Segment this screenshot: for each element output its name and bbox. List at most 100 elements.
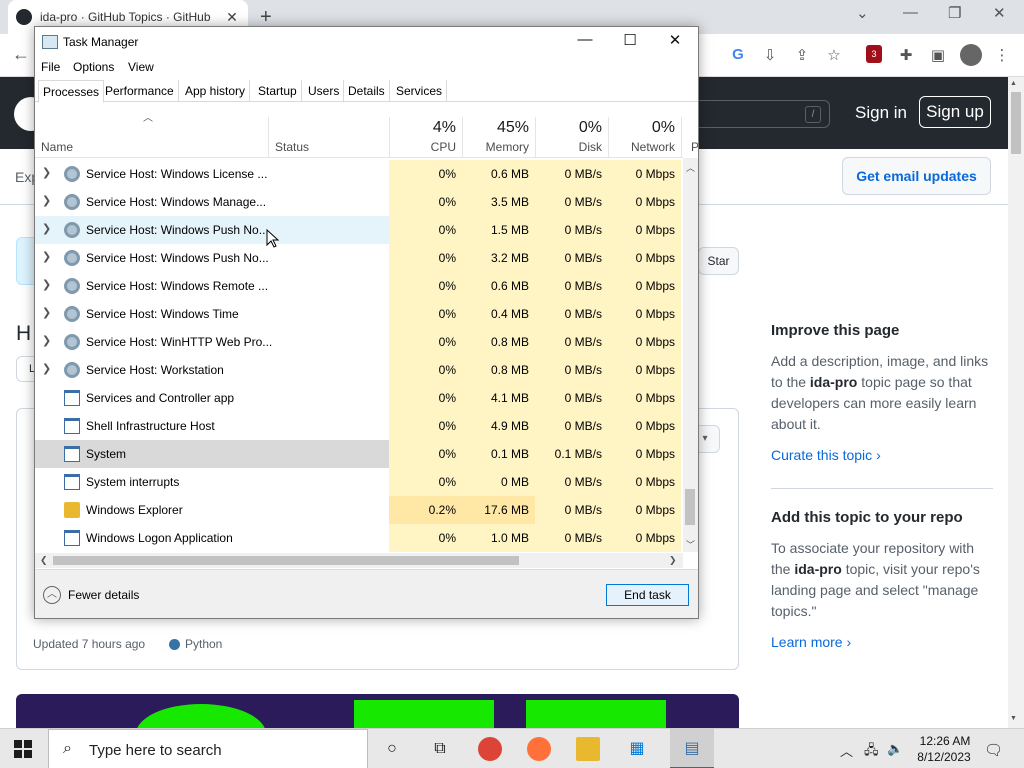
tab-performance[interactable]: Performance	[101, 80, 179, 102]
expand-chevron-icon[interactable]: ❯	[42, 334, 51, 347]
browser-restore-icon[interactable]: ❐	[948, 4, 961, 22]
network-icon[interactable]: 🖧	[864, 741, 879, 763]
browser-close-icon[interactable]: ✕	[993, 4, 1006, 22]
scroll-up-arrow-icon[interactable]: ▲	[1010, 80, 1017, 87]
process-row[interactable]: ❯ Service Host: Windows Remote ... 0% 0.…	[35, 272, 681, 300]
vertical-scroll-thumb[interactable]	[685, 489, 695, 525]
menu-options[interactable]: Options	[73, 60, 114, 74]
expand-chevron-icon[interactable]: ❯	[42, 166, 51, 179]
tab-startup[interactable]: Startup	[254, 80, 302, 102]
sort-button-fragment[interactable]: L	[16, 356, 36, 382]
column-network[interactable]: Network	[608, 140, 675, 154]
chrome-taskbar-icon[interactable]	[478, 737, 502, 761]
google-icon[interactable]: G	[728, 46, 748, 63]
column-name[interactable]: Name	[41, 140, 73, 154]
column-memory[interactable]: Memory	[462, 140, 529, 154]
install-icon[interactable]: ⇩	[760, 46, 780, 64]
taskbar-search-input[interactable]: ⌕ Type here to search	[48, 729, 368, 768]
network-cell: 0 Mbps	[608, 300, 681, 328]
expand-chevron-icon[interactable]: ❯	[42, 362, 51, 375]
tray-overflow-chevron-icon[interactable]: ︿	[840, 741, 853, 760]
back-arrow-icon[interactable]: ←	[12, 44, 30, 65]
tab-processes[interactable]: Processes	[38, 80, 105, 103]
scroll-down-arrow-icon[interactable]: ﹀	[686, 538, 695, 551]
scroll-up-arrow-icon[interactable]: ︿	[686, 161, 695, 174]
tab-close-icon[interactable]: ✕	[224, 9, 240, 26]
fewer-details-link[interactable]: Fewer details	[68, 588, 139, 602]
get-email-updates-button[interactable]: Get email updates	[842, 157, 991, 195]
cpu-cell: 0.2%	[389, 496, 462, 524]
curate-topic-link[interactable]: Curate this topic ›	[771, 447, 881, 463]
add-topic-title: Add this topic to your repo	[771, 509, 963, 526]
expand-chevron-icon[interactable]: ❯	[42, 250, 51, 263]
tab-app-history[interactable]: App history	[181, 80, 251, 102]
process-row[interactable]: System 0% 0.1 MB 0.1 MB/s 0 Mbps	[35, 440, 681, 468]
process-row[interactable]: Windows Explorer 0.2% 17.6 MB 0 MB/s 0 M…	[35, 496, 681, 524]
task-manager-taskbar-button[interactable]: ▤	[670, 729, 714, 768]
collapse-chevron-icon[interactable]: ︿	[43, 586, 61, 604]
horizontal-scroll-thumb[interactable]	[53, 556, 519, 565]
tab-users[interactable]: Users	[304, 80, 345, 102]
process-row[interactable]: ❯ Service Host: Windows Push No... 0% 3.…	[35, 244, 681, 272]
tab-services[interactable]: Services	[392, 80, 448, 102]
process-row[interactable]: Windows Logon Application 0% 1.0 MB 0 MB…	[35, 524, 681, 552]
bookmark-star-icon[interactable]: ☆	[824, 46, 844, 64]
network-cell: 0 Mbps	[608, 160, 681, 188]
process-row[interactable]: System interrupts 0% 0 MB 0 MB/s 0 Mbps	[35, 468, 681, 496]
column-disk[interactable]: Disk	[535, 140, 602, 154]
scroll-left-arrow-icon[interactable]: ❮	[40, 555, 48, 566]
github-search-input[interactable]: /	[690, 100, 830, 128]
clock-time[interactable]: 12:26 AM	[915, 734, 975, 748]
browser-minimize-icon[interactable]: —	[903, 4, 918, 21]
column-status[interactable]: Status	[275, 140, 309, 154]
tab-details[interactable]: Details	[344, 80, 390, 102]
windows-start-icon[interactable]	[14, 740, 32, 758]
clock-date[interactable]: 8/12/2023	[909, 750, 979, 764]
process-row[interactable]: ❯ Service Host: WinHTTP Web Pro... 0% 0.…	[35, 328, 681, 356]
cortana-circle-icon[interactable]: ○	[380, 737, 404, 761]
add-topic-text: To associate your repository with the id…	[771, 538, 993, 622]
firefox-taskbar-icon[interactable]	[527, 737, 551, 761]
process-row[interactable]: ❯ Service Host: Windows Push No... 0% 1.…	[35, 216, 681, 244]
sign-up-button[interactable]: Sign up	[919, 96, 991, 128]
task-view-icon[interactable]: ⧉	[428, 737, 452, 761]
column-power-fragment[interactable]: P	[691, 140, 698, 154]
process-row[interactable]: ❯ Service Host: Windows License ... 0% 0…	[35, 160, 681, 188]
process-row[interactable]: ❯ Service Host: Windows Time 0% 0.4 MB 0…	[35, 300, 681, 328]
profile-avatar-icon[interactable]	[960, 44, 982, 66]
extensions-puzzle-icon[interactable]: ✚	[896, 46, 916, 64]
notifications-icon[interactable]: 🗨	[984, 741, 1003, 759]
menu-file[interactable]: File	[41, 60, 60, 74]
process-row[interactable]: ❯ Service Host: Windows Manage... 0% 3.5…	[35, 188, 681, 216]
expand-chevron-icon[interactable]: ❯	[42, 222, 51, 235]
volume-icon[interactable]: 🔈	[887, 741, 903, 757]
share-icon[interactable]: ⇪	[792, 46, 812, 64]
star-button[interactable]: Star	[698, 247, 739, 275]
network-cell: 0 Mbps	[608, 216, 681, 244]
chrome-menu-icon[interactable]: ⋮	[992, 46, 1012, 64]
maximize-icon[interactable]: ☐	[615, 31, 645, 49]
file-explorer-taskbar-icon[interactable]	[576, 737, 600, 761]
column-cpu[interactable]: CPU	[389, 140, 456, 154]
scroll-down-arrow-icon[interactable]: ▼	[1010, 715, 1017, 722]
learn-more-link[interactable]: Learn more ›	[771, 634, 851, 650]
sign-in-link[interactable]: Sign in	[855, 103, 907, 123]
extension-shield-icon[interactable]: 3	[866, 45, 882, 63]
task-manager-titlebar[interactable]: Task Manager — ☐ ✕	[35, 27, 698, 57]
expand-chevron-icon[interactable]: ❯	[42, 278, 51, 291]
process-row[interactable]: Services and Controller app 0% 4.1 MB 0 …	[35, 384, 681, 412]
expand-chevron-icon[interactable]: ❯	[42, 306, 51, 319]
side-panel-icon[interactable]: ▣	[928, 46, 948, 64]
page-scrollbar[interactable]	[1008, 77, 1024, 728]
close-icon[interactable]: ✕	[660, 31, 690, 49]
minimize-icon[interactable]: —	[570, 31, 600, 48]
tab-search-icon[interactable]: ⌄	[856, 4, 869, 22]
process-row[interactable]: Shell Infrastructure Host 0% 4.9 MB 0 MB…	[35, 412, 681, 440]
process-row[interactable]: ❯ Service Host: Workstation 0% 0.8 MB 0 …	[35, 356, 681, 384]
scroll-right-arrow-icon[interactable]: ❯	[669, 555, 677, 566]
expand-chevron-icon[interactable]: ❯	[42, 194, 51, 207]
microsoft-store-taskbar-icon[interactable]: ▦	[625, 737, 649, 761]
end-task-button[interactable]: End task	[606, 584, 689, 606]
page-scroll-thumb[interactable]	[1011, 92, 1021, 154]
menu-view[interactable]: View	[128, 60, 154, 74]
